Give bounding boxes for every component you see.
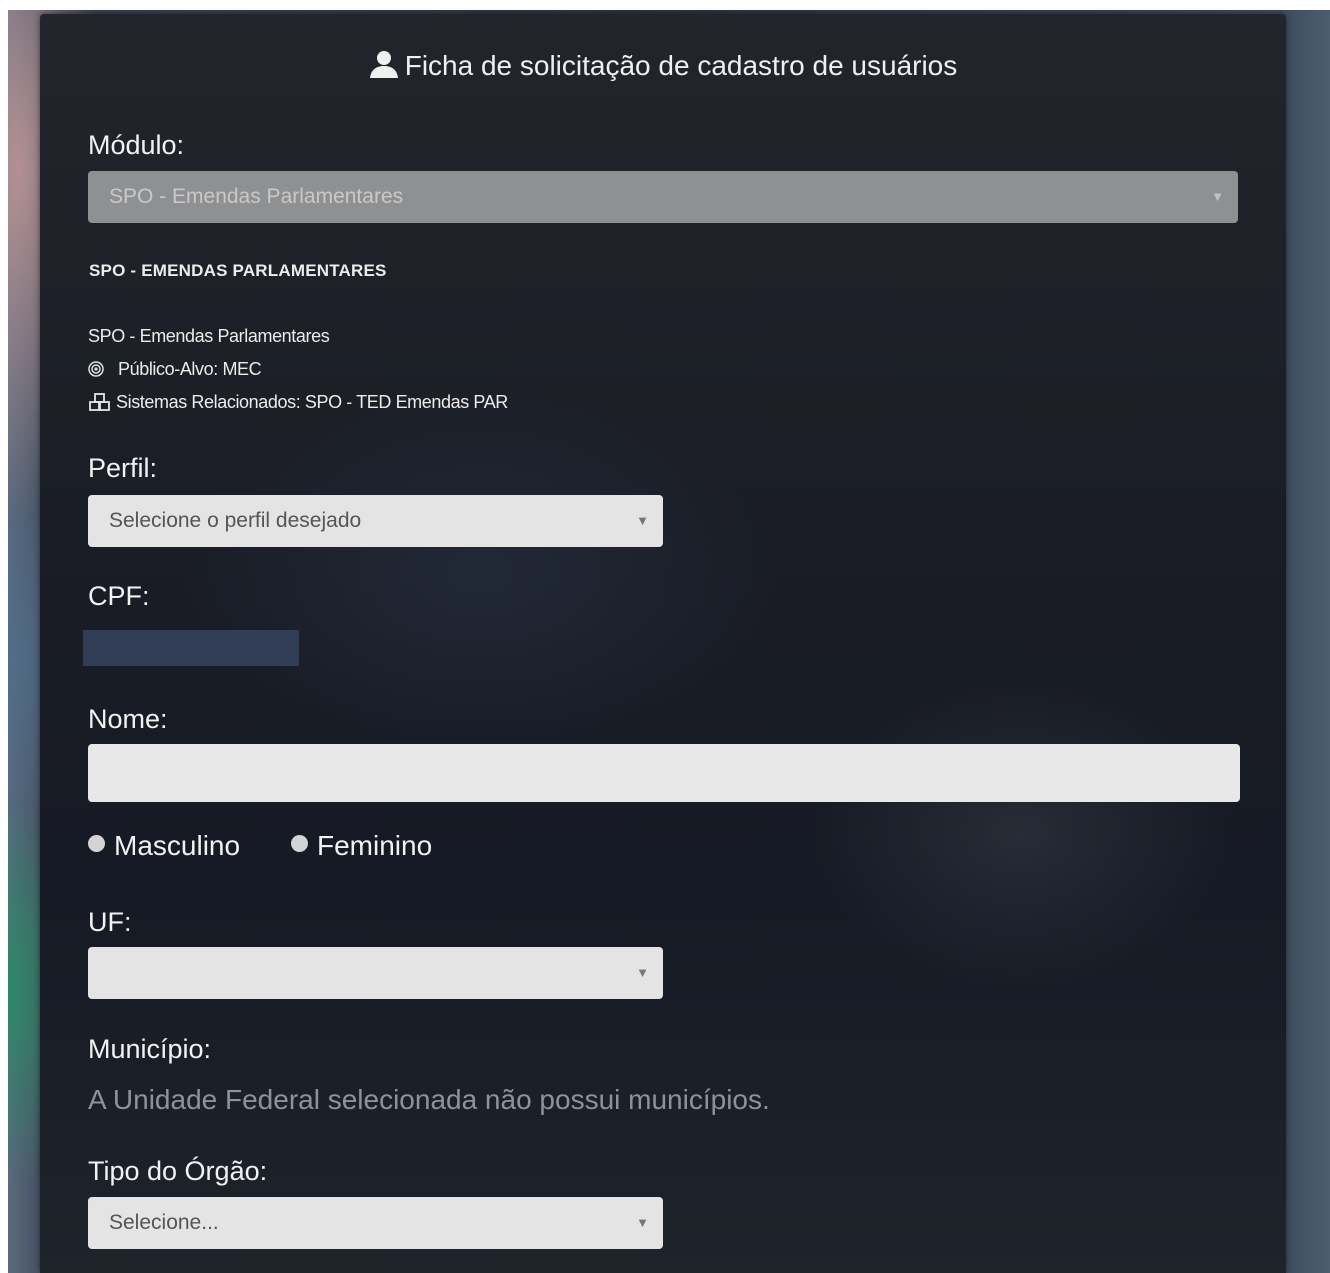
user-icon (369, 50, 399, 78)
publico-alvo-text: Público-Alvo: MEC (118, 359, 262, 379)
radio-circle (291, 835, 308, 852)
module-heading: SPO - EMENDAS PARLAMENTARES (89, 261, 387, 280)
chevron-down-icon: ▼ (636, 1215, 649, 1230)
registration-panel: Ficha de solicitação de cadastro de usuá… (40, 14, 1286, 1273)
uf-label: UF: (88, 907, 132, 937)
radio-feminino[interactable]: Feminino (291, 830, 432, 862)
modulo-label: Módulo: (88, 130, 185, 160)
radio-feminino-label: Feminino (317, 830, 433, 861)
tipo-orgao-label: Tipo do Órgão: (88, 1156, 268, 1186)
uf-select[interactable]: ▼ (88, 947, 663, 999)
cpf-value-redacted (83, 630, 299, 666)
modulo-select[interactable]: SPO - Emendas Parlamentares ▼ (88, 171, 1238, 223)
radio-masculino[interactable]: Masculino (88, 830, 240, 862)
publico-alvo-line: Público-Alvo: MEC (88, 359, 262, 380)
nome-input[interactable] (88, 744, 1240, 802)
perfil-select-value: Selecione o perfil desejado (109, 509, 362, 532)
municipio-label: Município: (88, 1034, 212, 1064)
form-title: Ficha de solicitação de cadastro de usuá… (40, 50, 1286, 82)
target-icon (88, 361, 104, 377)
tipo-orgao-select-value: Selecione... (109, 1211, 219, 1234)
chevron-down-icon: ▼ (1211, 189, 1224, 204)
tipo-orgao-select[interactable]: Selecione... ▼ (88, 1197, 663, 1249)
chevron-down-icon: ▼ (636, 513, 649, 528)
sistemas-text: Sistemas Relacionados: SPO - TED Emendas… (116, 392, 508, 412)
cpf-label: CPF: (88, 581, 150, 611)
radio-circle (88, 835, 105, 852)
sistemas-line: Sistemas Relacionados: SPO - TED Emendas… (88, 392, 508, 413)
module-name: SPO - Emendas Parlamentares (88, 326, 330, 346)
radio-masculino-label: Masculino (114, 830, 241, 861)
municipio-message: A Unidade Federal selecionada não possui… (88, 1084, 770, 1115)
nome-label: Nome: (88, 704, 168, 734)
perfil-label: Perfil: (88, 453, 158, 483)
chevron-down-icon: ▼ (636, 965, 649, 980)
cubes-icon (88, 393, 112, 411)
form-title-text: Ficha de solicitação de cadastro de usuá… (404, 50, 958, 81)
modulo-select-value: SPO - Emendas Parlamentares (109, 185, 404, 208)
perfil-select[interactable]: Selecione o perfil desejado ▼ (88, 495, 663, 547)
